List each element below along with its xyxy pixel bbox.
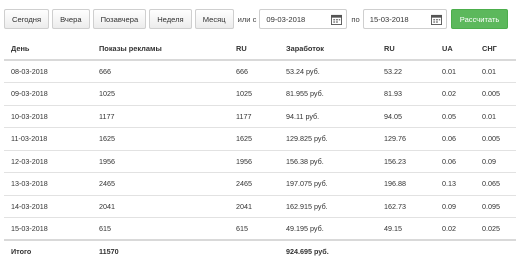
stats-table: День Показы рекламы RU Заработок RU UA С… — [4, 38, 516, 263]
cell-earnings-ru: 49.15 — [377, 217, 435, 240]
cell-day: 13-03-2018 — [4, 172, 92, 195]
table-row: 09-03-2018 1025 1025 81.955 руб. 81.93 0.02 0.… — [4, 82, 516, 105]
cell-impressions-ru: 666 — [229, 59, 279, 83]
from-date-input[interactable] — [260, 10, 333, 28]
table-row: 11-03-2018 1625 1625 129.825 руб. 129.76 0.06… — [4, 127, 516, 150]
cell-earnings: 49.195 руб. — [279, 217, 377, 240]
cell-cis: 0.01 — [475, 104, 516, 128]
header-earnings-ru: RU — [377, 38, 435, 61]
header-day: День — [4, 38, 92, 61]
table-total-row: Итого 11570 924.695 руб. — [4, 239, 516, 263]
cell-ua: 0.02 — [435, 217, 475, 240]
cell-day: 11-03-2018 — [4, 127, 92, 150]
cell-impressions-ru: 2465 — [229, 172, 279, 195]
cell-impressions-ru: 615 — [229, 217, 279, 240]
cell-ad-impressions: 2465 — [92, 172, 229, 195]
cell-ad-impressions: 615 — [92, 217, 229, 240]
cell-cis: 0.09 — [475, 149, 516, 173]
to-date-input[interactable] — [363, 10, 432, 28]
cell-earnings-ru: 129.76 — [377, 127, 435, 150]
total-cell-ua — [435, 239, 475, 263]
total-cell-cis — [475, 239, 516, 263]
cell-ad-impressions: 666 — [92, 59, 229, 83]
calendar-icon[interactable] — [331, 14, 343, 25]
cell-ua: 0.09 — [435, 194, 475, 218]
cell-earnings-ru: 94.05 — [377, 104, 435, 128]
cell-ua: 0.02 — [435, 82, 475, 105]
header-impressions-ru: RU — [229, 38, 279, 61]
cell-cis: 0.095 — [475, 194, 516, 218]
cell-day: 14-03-2018 — [4, 194, 92, 218]
cell-earnings: 94.11 руб. — [279, 104, 377, 128]
cell-day: 08-03-2018 — [4, 59, 92, 83]
calendar-icon[interactable] — [430, 14, 442, 25]
total-cell-impressions-ru — [229, 239, 279, 263]
cell-ua: 0.06 — [435, 149, 475, 173]
header-ua: UA — [435, 38, 475, 61]
to-date-field — [362, 9, 447, 29]
cell-cis: 0.025 — [475, 217, 516, 240]
cell-cis: 0.065 — [475, 172, 516, 195]
total-cell-day: Итого — [4, 239, 92, 263]
cell-cis: 0.01 — [475, 59, 516, 83]
today-button[interactable]: Сегодня — [4, 9, 50, 29]
cell-ad-impressions: 1625 — [92, 127, 229, 150]
yesterday-button[interactable]: Вчера — [52, 9, 90, 29]
calculate-button[interactable]: Рассчитать — [450, 9, 509, 29]
table-row: 15-03-2018 615 615 49.195 руб. 49.15 0.02 0.02… — [4, 217, 516, 240]
cell-earnings: 53.24 руб. — [279, 59, 377, 83]
cell-day: 15-03-2018 — [4, 217, 92, 240]
table-row: 12-03-2018 1956 1956 156.38 руб. 156.23 0.06 0… — [4, 149, 516, 173]
cell-earnings-ru: 81.93 — [377, 82, 435, 105]
cell-impressions-ru: 1025 — [229, 82, 279, 105]
table-row: 08-03-2018 666 666 53.24 руб. 53.22 0.01 0.01 — [4, 59, 516, 83]
header-ad-impressions: Показы рекламы — [92, 38, 229, 61]
cell-impressions-ru: 2041 — [229, 194, 279, 218]
table-header-row: День Показы рекламы RU Заработок RU UA С… — [4, 38, 516, 61]
cell-day: 09-03-2018 — [4, 82, 92, 105]
header-earnings: Заработок — [279, 38, 377, 61]
cell-impressions-ru: 1177 — [229, 104, 279, 128]
month-button[interactable]: Месяц — [194, 9, 234, 29]
cell-earnings: 197.075 руб. — [279, 172, 377, 195]
from-date-field — [259, 9, 348, 29]
cell-earnings: 129.825 руб. — [279, 127, 377, 150]
day-before-yesterday-button[interactable]: Позавчера — [92, 9, 147, 29]
cell-earnings-ru: 156.23 — [377, 149, 435, 173]
cell-earnings-ru: 53.22 — [377, 59, 435, 83]
to-label: по — [351, 14, 360, 24]
cell-earnings: 156.38 руб. — [279, 149, 377, 173]
cell-ad-impressions: 1177 — [92, 104, 229, 128]
cell-ua: 0.01 — [435, 59, 475, 83]
cell-earnings: 81.955 руб. — [279, 82, 377, 105]
cell-earnings-ru: 196.88 — [377, 172, 435, 195]
table-row: 14-03-2018 2041 2041 162.915 руб. 162.73 0.09… — [4, 194, 516, 218]
cell-impressions-ru: 1956 — [229, 149, 279, 173]
cell-day: 10-03-2018 — [4, 104, 92, 128]
table-row: 10-03-2018 1177 1177 94.11 руб. 94.05 0.05 0.0… — [4, 104, 516, 128]
cell-ad-impressions: 1956 — [92, 149, 229, 173]
week-button[interactable]: Неделя — [149, 9, 192, 29]
cell-day: 12-03-2018 — [4, 149, 92, 173]
cell-ad-impressions: 1025 — [92, 82, 229, 105]
cell-ua: 0.13 — [435, 172, 475, 195]
cell-earnings-ru: 162.73 — [377, 194, 435, 218]
total-cell-earnings: 924.695 руб. — [279, 239, 377, 263]
total-cell-ad-impressions: 11570 — [92, 239, 229, 263]
or-from-label: или с — [237, 14, 257, 24]
cell-cis: 0.005 — [475, 127, 516, 150]
cell-ad-impressions: 2041 — [92, 194, 229, 218]
cell-ua: 0.05 — [435, 104, 475, 128]
cell-ua: 0.06 — [435, 127, 475, 150]
table-body: 08-03-2018 666 666 53.24 руб. 53.22 0.01 0.01 0… — [4, 59, 516, 263]
cell-cis: 0.005 — [475, 82, 516, 105]
header-cis: СНГ — [475, 38, 516, 61]
total-cell-earnings-ru — [377, 239, 435, 263]
cell-impressions-ru: 1625 — [229, 127, 279, 150]
cell-earnings: 162.915 руб. — [279, 194, 377, 218]
table-row: 13-03-2018 2465 2465 197.075 руб. 196.88 0.13… — [4, 172, 516, 195]
date-toolbar: Сегодня Вчера Позавчера Неделя Месяц или… — [4, 8, 509, 30]
